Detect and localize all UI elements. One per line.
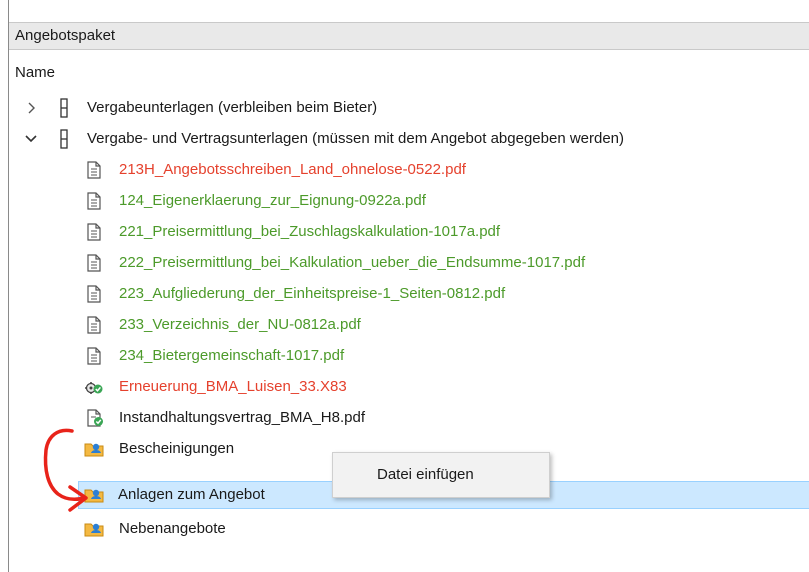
chevron-right-icon[interactable] xyxy=(23,100,39,116)
file-label: Erneuerung_BMA_Luisen_33.X83 xyxy=(119,378,347,395)
panel-title: Angebotspaket xyxy=(9,22,809,50)
document-icon xyxy=(85,160,103,180)
binder-icon xyxy=(57,98,71,118)
file-label: Instandhaltungsvertrag_BMA_H8.pdf xyxy=(119,409,365,426)
document-icon xyxy=(85,315,103,335)
document-icon xyxy=(85,346,103,366)
tree-file-row[interactable]: 233_Verzeichnis_der_NU-0812a.pdf xyxy=(9,311,809,339)
column-header-name[interactable]: Name xyxy=(15,63,55,83)
tree-item-label: Vergabeunterlagen (verbleiben beim Biete… xyxy=(87,99,378,116)
file-label: 222_Preisermittlung_bei_Kalkulation_uebe… xyxy=(119,254,586,271)
gear-check-icon xyxy=(83,377,105,397)
file-label: 221_Preisermittlung_bei_Zuschlagskalkula… xyxy=(119,223,501,240)
folder-label: Anlagen zum Angebot xyxy=(118,486,265,503)
document-check-icon xyxy=(85,408,105,428)
document-icon xyxy=(85,191,103,211)
file-label: 124_Eigenerklaerung_zur_Eignung-0922a.pd… xyxy=(119,192,426,209)
binder-icon xyxy=(57,129,71,149)
document-icon xyxy=(85,222,103,242)
document-icon xyxy=(85,253,103,273)
file-label: 213H_Angebotsschreiben_Land_ohnelose-052… xyxy=(119,161,466,178)
folder-label: Nebenangebote xyxy=(119,520,226,537)
menu-item-datei-einfuegen[interactable]: Datei einfügen xyxy=(337,457,545,493)
tree-file-row[interactable]: 221_Preisermittlung_bei_Zuschlagskalkula… xyxy=(9,218,809,246)
tree-item-label: Vergabe- und Vertragsunterlagen (müssen … xyxy=(87,130,625,147)
tree-file-row[interactable]: 124_Eigenerklaerung_zur_Eignung-0922a.pd… xyxy=(9,187,809,215)
document-icon xyxy=(85,284,103,304)
shared-folder-icon xyxy=(83,485,105,505)
tree-file-row[interactable]: 234_Bietergemeinschaft-1017.pdf xyxy=(9,342,809,370)
file-label: 223_Aufgliederung_der_Einheitspreise-1_S… xyxy=(119,285,506,302)
context-menu: Datei einfügen xyxy=(332,452,550,498)
file-label: 233_Verzeichnis_der_NU-0812a.pdf xyxy=(119,316,361,333)
tree-file-row[interactable]: 223_Aufgliederung_der_Einheitspreise-1_S… xyxy=(9,280,809,308)
tree-folder-vergabeunterlagen[interactable]: Vergabeunterlagen (verbleiben beim Biete… xyxy=(9,94,809,122)
folder-label: Bescheinigungen xyxy=(119,440,235,457)
file-label: 234_Bietergemeinschaft-1017.pdf xyxy=(119,347,345,364)
tree-file-row[interactable]: Instandhaltungsvertrag_BMA_H8.pdf xyxy=(9,404,809,432)
shared-folder-icon xyxy=(83,439,105,459)
tree-folder-vergabe-vertragsunterlagen[interactable]: Vergabe- und Vertragsunterlagen (müssen … xyxy=(9,125,809,153)
tree-file-row[interactable]: 213H_Angebotsschreiben_Land_ohnelose-052… xyxy=(9,156,809,184)
tree-file-row[interactable]: Erneuerung_BMA_Luisen_33.X83 xyxy=(9,373,809,401)
chevron-down-icon[interactable] xyxy=(23,131,39,147)
tree-folder-nebenangebote[interactable]: Nebenangebote xyxy=(9,515,809,543)
shared-folder-icon xyxy=(83,519,105,539)
tree-file-row[interactable]: 222_Preisermittlung_bei_Kalkulation_uebe… xyxy=(9,249,809,277)
